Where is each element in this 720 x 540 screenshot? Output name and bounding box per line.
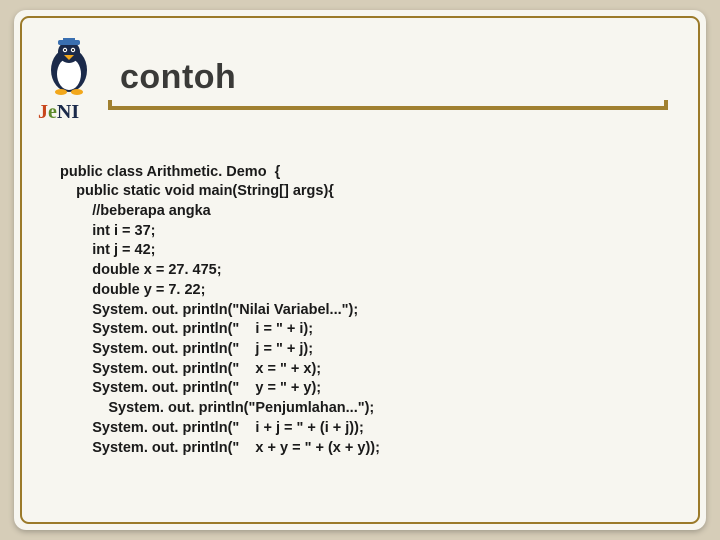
jeni-logo-icon: JeNI [36,38,102,128]
svg-text:JeNI: JeNI [38,101,79,123]
slide-card: JeNI contoh public class Arithmetic. Dem… [14,10,706,530]
title-underline [108,106,668,110]
slide-title: contoh [120,58,236,97]
code-block: public class Arithmetic. Demo { public s… [60,163,666,459]
